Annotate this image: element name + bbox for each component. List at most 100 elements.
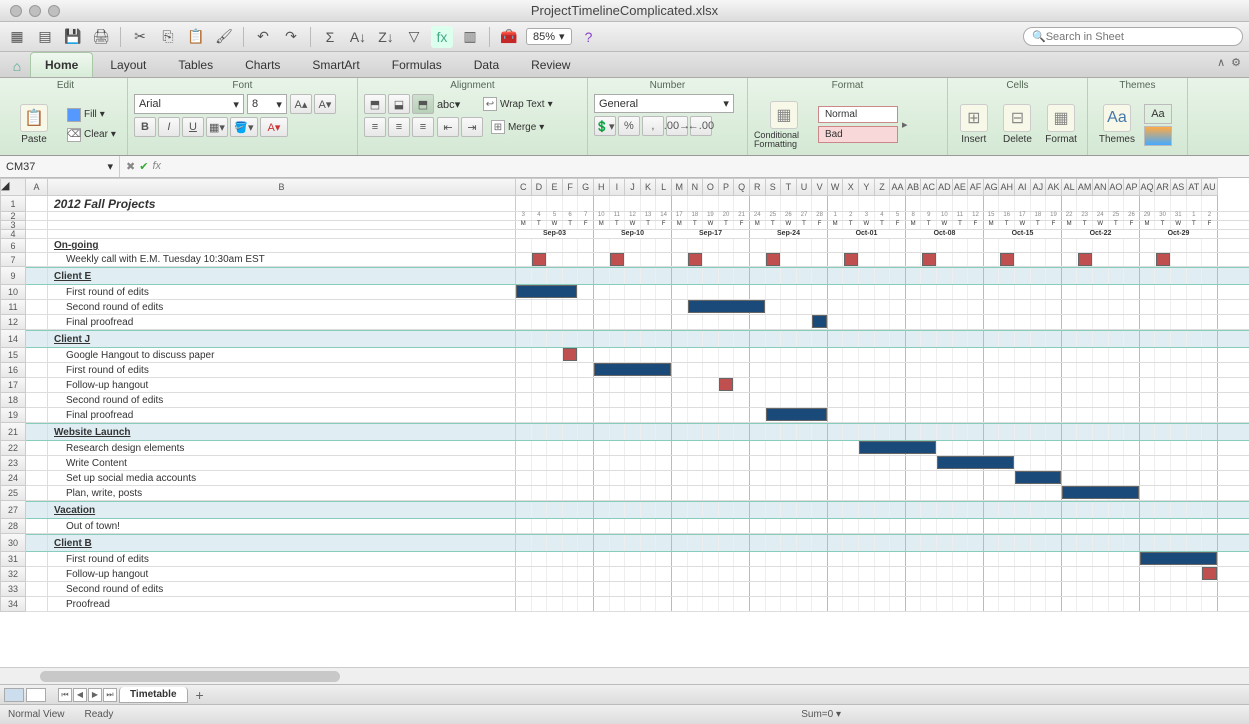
tab-home[interactable]: Home bbox=[30, 52, 93, 77]
sheet-tab-timetable[interactable]: Timetable bbox=[119, 687, 188, 703]
decrease-decimal-button[interactable]: ←.00 bbox=[690, 116, 712, 136]
format-painter-icon[interactable]: 🖌 bbox=[213, 26, 235, 48]
align-bottom-button[interactable]: ⬒ bbox=[412, 94, 434, 114]
row-header[interactable]: 18 bbox=[0, 393, 26, 408]
tab-review[interactable]: Review bbox=[516, 52, 585, 77]
search-box[interactable]: 🔍 bbox=[1023, 27, 1243, 46]
row-header[interactable]: 16 bbox=[0, 363, 26, 378]
sort-asc-icon[interactable]: A↓ bbox=[347, 26, 369, 48]
align-left-button[interactable]: ≡ bbox=[364, 117, 386, 137]
row-header[interactable]: 6 bbox=[0, 239, 26, 253]
row-header[interactable]: 33 bbox=[0, 582, 26, 597]
ribbon-home-icon[interactable]: ⌂ bbox=[6, 55, 28, 77]
copy-icon[interactable]: ⎘ bbox=[157, 26, 179, 48]
bold-button[interactable]: B bbox=[134, 117, 156, 137]
row-header[interactable]: 22 bbox=[0, 441, 26, 456]
cancel-formula-icon[interactable]: ✖ bbox=[126, 160, 135, 173]
cut-icon[interactable]: ✂ bbox=[129, 26, 151, 48]
borders-button[interactable]: ▦▾ bbox=[206, 117, 228, 137]
number-format-select[interactable]: General▾ bbox=[594, 94, 734, 113]
row-header[interactable]: 9 bbox=[0, 267, 26, 285]
undo-icon[interactable]: ↶ bbox=[252, 26, 274, 48]
search-input[interactable] bbox=[1046, 31, 1234, 43]
tab-smartart[interactable]: SmartArt bbox=[297, 52, 374, 77]
settings-gear-icon[interactable]: ⚙ bbox=[1231, 56, 1241, 69]
align-middle-button[interactable]: ⬓ bbox=[388, 94, 410, 114]
row-header[interactable]: 4 bbox=[0, 230, 26, 239]
row-header[interactable]: 34 bbox=[0, 597, 26, 612]
autosum-icon[interactable]: Σ bbox=[319, 26, 341, 48]
row-header[interactable]: 30 bbox=[0, 534, 26, 552]
indent-increase-button[interactable]: ⇥ bbox=[461, 117, 483, 137]
themes-button[interactable]: AaThemes bbox=[1094, 104, 1140, 145]
row-header[interactable]: 10 bbox=[0, 285, 26, 300]
fill-button[interactable]: Fill▾ bbox=[62, 106, 121, 124]
zoom-selector[interactable]: 85%▾ bbox=[526, 28, 572, 45]
align-top-button[interactable]: ⬒ bbox=[364, 94, 386, 114]
tab-charts[interactable]: Charts bbox=[230, 52, 295, 77]
underline-button[interactable]: U bbox=[182, 117, 204, 137]
workbook-icon[interactable]: ▦ bbox=[6, 26, 28, 48]
row-header[interactable]: 19 bbox=[0, 408, 26, 423]
tab-data[interactable]: Data bbox=[459, 52, 514, 77]
row-header[interactable]: 31 bbox=[0, 552, 26, 567]
wrap-text-button[interactable]: ↩Wrap Text▾ bbox=[478, 95, 558, 113]
grow-font-button[interactable]: A▴ bbox=[290, 94, 312, 114]
sort-desc-icon[interactable]: Z↓ bbox=[375, 26, 397, 48]
row-header[interactable]: 24 bbox=[0, 471, 26, 486]
name-box[interactable]: CM37▾ bbox=[0, 156, 120, 177]
row-header[interactable]: 21 bbox=[0, 423, 26, 441]
prev-sheet-icon[interactable]: ◀ bbox=[73, 688, 87, 702]
orientation-button[interactable]: abc▾ bbox=[437, 98, 475, 111]
insert-cells-button[interactable]: ⊞Insert bbox=[954, 104, 994, 145]
add-sheet-button[interactable]: + bbox=[190, 687, 210, 703]
row-header[interactable]: 23 bbox=[0, 456, 26, 471]
page-layout-view-icon[interactable] bbox=[26, 688, 46, 702]
paste-button[interactable]: 📋Paste bbox=[10, 104, 58, 145]
font-name-select[interactable]: Arial▾ bbox=[134, 94, 244, 114]
row-header[interactable]: 32 bbox=[0, 567, 26, 582]
horizontal-scrollbar[interactable] bbox=[0, 667, 1249, 684]
theme-fonts-button[interactable]: Aa bbox=[1144, 104, 1172, 124]
currency-button[interactable]: 💲▾ bbox=[594, 116, 616, 136]
style-bad[interactable]: Bad bbox=[818, 126, 898, 143]
print-icon[interactable]: 🖨 bbox=[90, 26, 112, 48]
clear-button[interactable]: ⌫Clear▾ bbox=[62, 126, 121, 144]
help-icon[interactable]: ? bbox=[578, 26, 600, 48]
select-all-corner[interactable]: ◢ bbox=[0, 178, 26, 196]
italic-button[interactable]: I bbox=[158, 117, 180, 137]
row-header[interactable]: 15 bbox=[0, 348, 26, 363]
row-header[interactable]: 7 bbox=[0, 253, 26, 267]
fx-toggle-icon[interactable]: fx bbox=[431, 26, 453, 48]
accept-formula-icon[interactable]: ✔ bbox=[139, 160, 148, 173]
font-size-select[interactable]: 8▾ bbox=[247, 94, 287, 114]
normal-view-icon[interactable] bbox=[4, 688, 24, 702]
save-icon[interactable]: 💾 bbox=[62, 26, 84, 48]
row-header[interactable]: 14 bbox=[0, 330, 26, 348]
indent-decrease-button[interactable]: ⇤ bbox=[437, 117, 459, 137]
redo-icon[interactable]: ↷ bbox=[280, 26, 302, 48]
increase-decimal-button[interactable]: .00→ bbox=[666, 116, 688, 136]
row-header[interactable]: 1 bbox=[0, 196, 26, 212]
scroll-thumb[interactable] bbox=[40, 671, 340, 682]
shrink-font-button[interactable]: A▾ bbox=[314, 94, 336, 114]
format-cells-button[interactable]: ▦Format bbox=[1041, 104, 1081, 145]
last-sheet-icon[interactable]: ⏭ bbox=[103, 688, 117, 702]
tab-formulas[interactable]: Formulas bbox=[377, 52, 457, 77]
next-sheet-icon[interactable]: ▶ bbox=[88, 688, 102, 702]
align-right-button[interactable]: ≡ bbox=[412, 117, 434, 137]
row-header[interactable]: 17 bbox=[0, 378, 26, 393]
row-header[interactable]: 25 bbox=[0, 486, 26, 501]
paste-icon[interactable]: 📋 bbox=[185, 26, 207, 48]
theme-colors-button[interactable] bbox=[1144, 126, 1172, 146]
collapse-ribbon-icon[interactable]: ∧ bbox=[1217, 56, 1225, 69]
comma-button[interactable]: , bbox=[642, 116, 664, 136]
styles-more-icon[interactable]: ▸ bbox=[902, 118, 908, 131]
delete-cells-button[interactable]: ⊟Delete bbox=[998, 104, 1038, 145]
percent-button[interactable]: % bbox=[618, 116, 640, 136]
style-normal[interactable]: Normal bbox=[818, 106, 898, 123]
row-header[interactable]: 11 bbox=[0, 300, 26, 315]
row-header[interactable]: 27 bbox=[0, 501, 26, 519]
tab-layout[interactable]: Layout bbox=[95, 52, 161, 77]
filter-icon[interactable]: ▽ bbox=[403, 26, 425, 48]
